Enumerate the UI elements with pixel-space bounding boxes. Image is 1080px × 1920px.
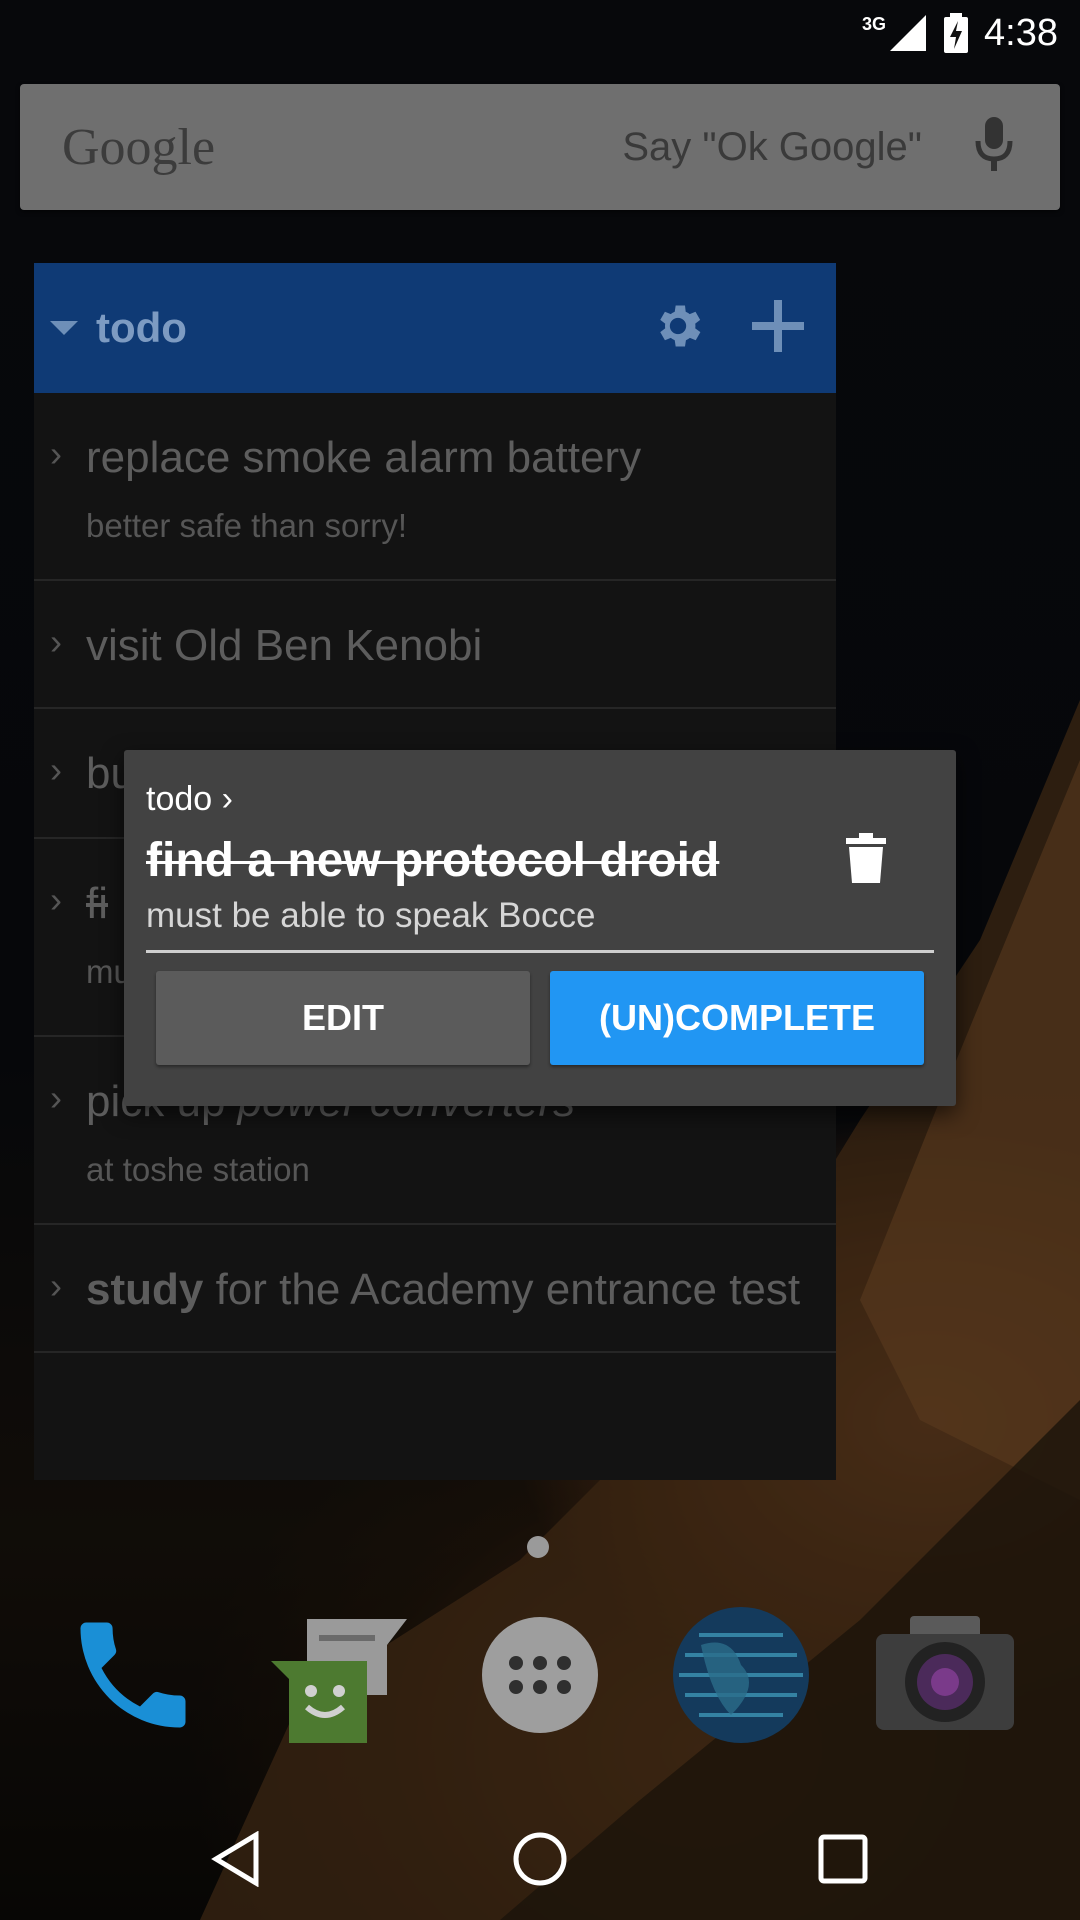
camera-icon[interactable] — [870, 1600, 1020, 1750]
item-subtitle: better safe than sorry! — [86, 507, 407, 544]
chevron-right-icon: › — [50, 1077, 62, 1118]
battery-charging-icon — [942, 13, 970, 53]
phone-icon[interactable] — [58, 1600, 208, 1750]
status-bar: 3G 4:38 — [0, 0, 1080, 66]
microphone-icon[interactable] — [972, 115, 1016, 180]
trash-icon[interactable] — [846, 833, 886, 888]
chevron-right-icon: › — [50, 1265, 62, 1306]
recents-icon[interactable] — [808, 1824, 878, 1894]
list-item[interactable]: › visit Old Ben Kenobi — [34, 581, 836, 709]
item-title: visit Old Ben Kenobi — [86, 621, 483, 670]
chevron-right-icon: › — [50, 749, 62, 790]
browser-globe-icon[interactable] — [666, 1600, 816, 1750]
chevron-right-icon: › — [50, 879, 62, 920]
google-search-bar[interactable]: Google Say "Ok Google" — [20, 84, 1060, 210]
network-type: 3G — [862, 13, 887, 34]
item-title: replace smoke alarm battery — [86, 433, 642, 482]
app-drawer-icon[interactable] — [465, 1600, 615, 1750]
messenger-icon[interactable] — [262, 1600, 412, 1750]
search-hint: Say "Ok Google" — [622, 124, 922, 169]
dialog-item-title: find a new protocol droid — [146, 834, 720, 887]
chevron-right-icon: › — [50, 621, 62, 662]
widget-title[interactable]: todo — [96, 304, 187, 352]
back-icon[interactable] — [201, 1824, 271, 1894]
breadcrumb[interactable]: todo › — [146, 780, 934, 819]
navigation-bar — [0, 1800, 1080, 1920]
add-icon[interactable] — [748, 296, 808, 361]
page-indicator — [527, 1536, 549, 1558]
chevron-right-icon: › — [50, 433, 62, 474]
dialog-item-note: must be able to speak Bocce — [146, 896, 934, 953]
home-icon[interactable] — [505, 1824, 575, 1894]
widget-header: todo — [34, 263, 836, 393]
item-title: study for the Academy entrance test — [86, 1263, 816, 1317]
collapse-caret-icon[interactable] — [50, 321, 78, 335]
clock: 4:38 — [984, 11, 1058, 54]
dock — [0, 1600, 1080, 1760]
item-title-rest: for the Academy entrance test — [203, 1265, 801, 1314]
item-dialog: todo › find a new protocol droid must be… — [124, 750, 956, 1106]
signal-icon — [888, 13, 928, 53]
gear-icon[interactable] — [650, 298, 706, 359]
item-title-bold: study — [86, 1265, 204, 1314]
list-item[interactable]: › study for the Academy entrance test — [34, 1225, 836, 1353]
uncomplete-button[interactable]: (UN)COMPLETE — [550, 971, 924, 1065]
item-subtitle: at toshe station — [86, 1151, 310, 1188]
edit-button[interactable]: EDIT — [156, 971, 530, 1065]
list-item[interactable]: › replace smoke alarm battery better saf… — [34, 393, 836, 581]
google-logo: Google — [62, 118, 216, 176]
